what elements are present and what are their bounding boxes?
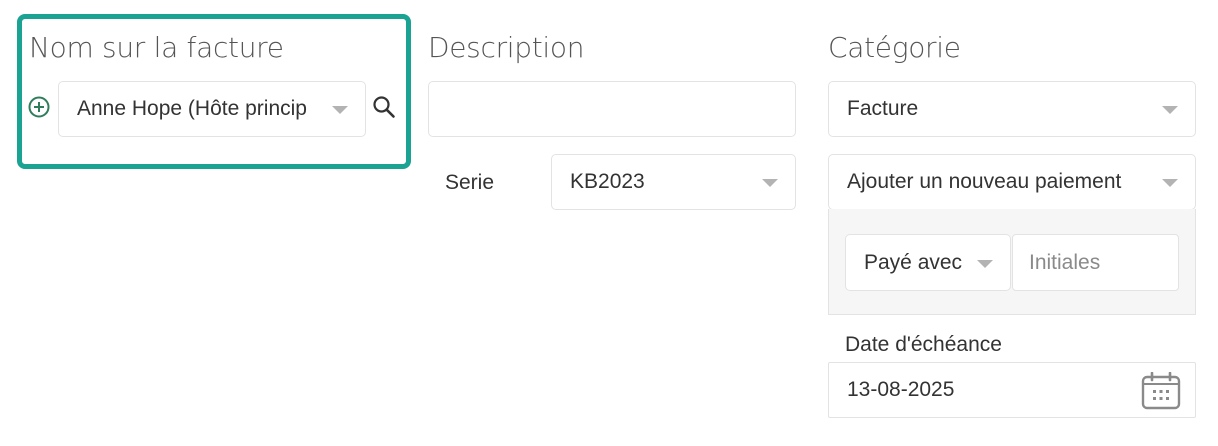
initials-field[interactable] [1012, 234, 1179, 291]
serie-label: Serie [445, 171, 495, 194]
due-date-label: Date d'échéance [845, 333, 1002, 356]
chevron-down-icon [977, 259, 993, 268]
chevron-down-icon [1162, 179, 1178, 187]
due-date-value: 13-08-2025 [847, 378, 955, 401]
description-input[interactable] [428, 81, 796, 137]
search-icon[interactable] [372, 95, 396, 119]
description-heading: Description [428, 31, 585, 64]
invoice-name-heading: Nom sur la facture [29, 31, 284, 64]
serie-select[interactable]: KB2023 [551, 154, 796, 210]
initials-input[interactable] [1029, 250, 1178, 275]
paid-with-selected: Payé avec [864, 250, 963, 274]
chevron-down-icon [332, 106, 348, 114]
chevron-down-icon [1162, 106, 1178, 114]
category-select[interactable]: Facture [828, 81, 1196, 137]
payment-select[interactable]: Ajouter un nouveau paiement [828, 154, 1196, 210]
invoice-name-selected: Anne Hope (Hôte princip [77, 97, 307, 120]
category-heading: Catégorie [828, 31, 961, 64]
chevron-down-icon [762, 179, 778, 187]
calendar-icon[interactable] [1141, 372, 1181, 410]
invoice-name-select[interactable]: Anne Hope (Hôte princip [58, 81, 366, 137]
paid-with-select[interactable]: Payé avec [845, 234, 1011, 291]
serie-selected: KB2023 [570, 170, 645, 193]
plus-circle-icon[interactable] [28, 96, 50, 118]
category-selected: Facture [847, 97, 919, 120]
payment-selected: Ajouter un nouveau paiement [847, 170, 1122, 193]
